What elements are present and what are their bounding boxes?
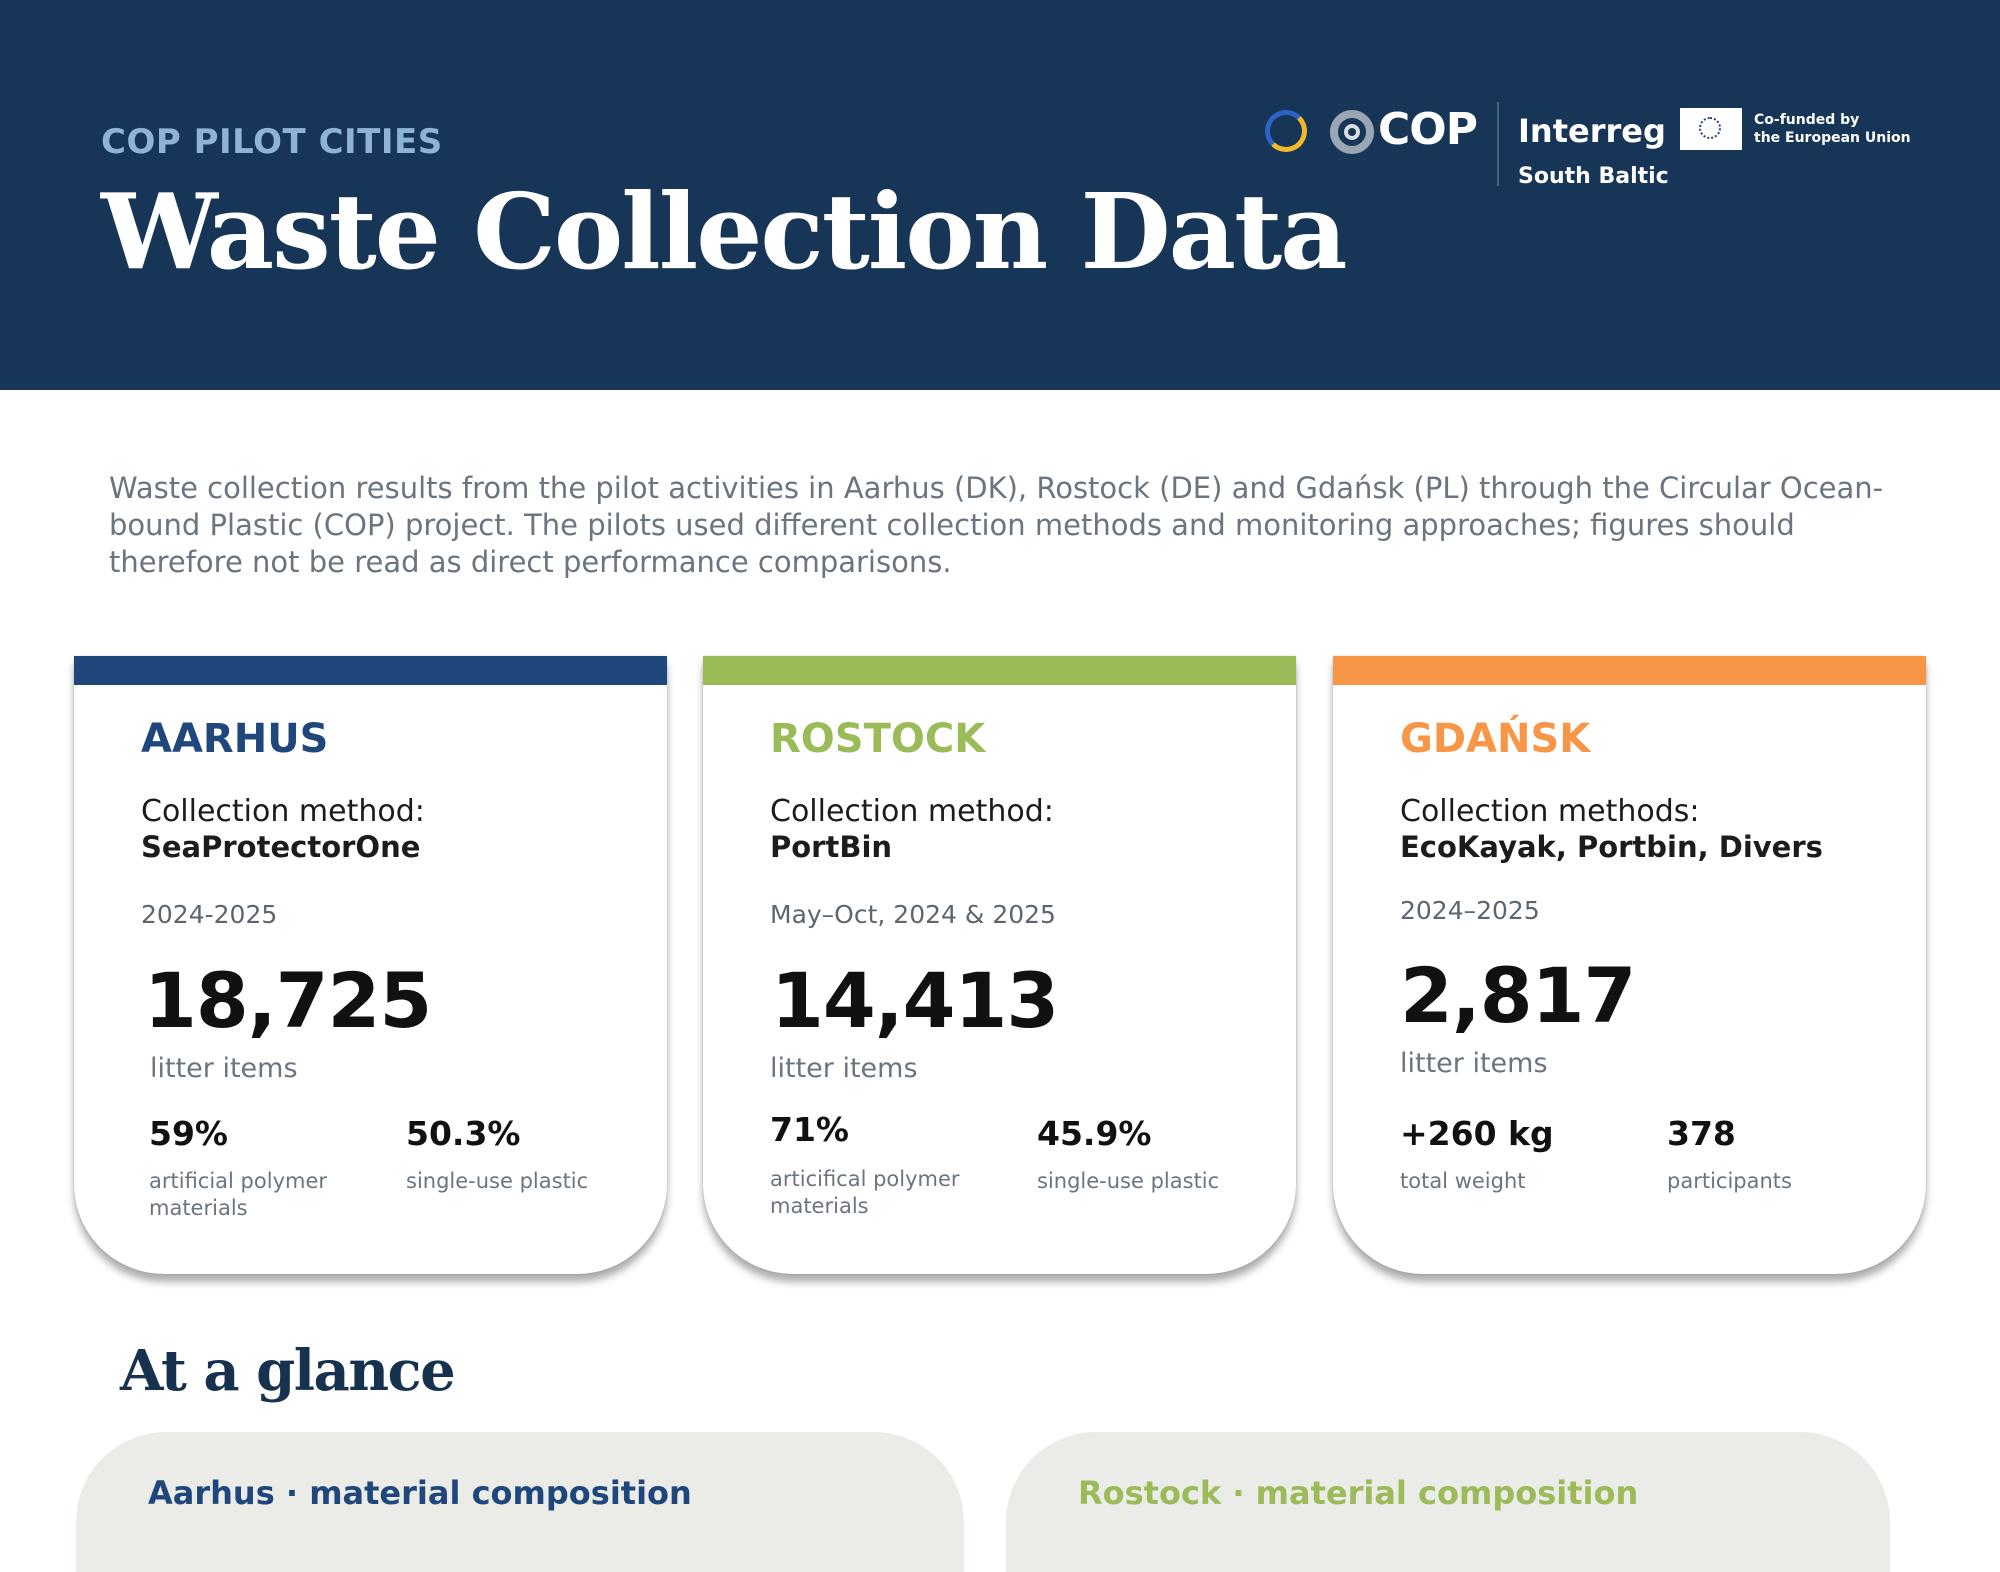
stat-value: +260 kg bbox=[1400, 1114, 1554, 1153]
city-card-aarhus: AARHUS Collection method: SeaProtectorOn… bbox=[74, 656, 667, 1274]
collection-method-value: SeaProtectorOne bbox=[141, 830, 421, 864]
collection-period: May–Oct, 2024 & 2025 bbox=[770, 900, 1056, 929]
stat-label: single-use plastic bbox=[406, 1169, 589, 1193]
panel-title: Rostock · material composition bbox=[1078, 1474, 1639, 1512]
interreg-logo-text: Interreg bbox=[1518, 112, 1666, 150]
stat-value: 45.9% bbox=[1037, 1114, 1152, 1153]
panel-rostock-composition: Rostock · material composition bbox=[1006, 1432, 1890, 1572]
south-baltic-label: South Baltic bbox=[1518, 164, 1669, 189]
stat-label: single-use plastic bbox=[1037, 1169, 1220, 1193]
page-header: COP PILOT CITIES Waste Collection Data C… bbox=[0, 0, 2000, 390]
collection-method-label: Collection methods: bbox=[1400, 794, 1700, 829]
city-card-rostock: ROSTOCK Collection method: PortBin May–O… bbox=[703, 656, 1296, 1274]
section-heading-at-a-glance: At a glance bbox=[120, 1338, 456, 1404]
logo-divider bbox=[1497, 102, 1499, 186]
eu-cofunded-line1: Co-funded by bbox=[1754, 112, 1860, 128]
stat-value: 59% bbox=[149, 1114, 228, 1153]
collection-period: 2024-2025 bbox=[141, 900, 278, 929]
litter-total: 2,817 bbox=[1400, 951, 1636, 1040]
litter-total: 18,725 bbox=[144, 956, 432, 1045]
city-card-gdansk: GDAŃSK Collection methods: EcoKayak, Por… bbox=[1333, 656, 1926, 1274]
cop-logo-icon bbox=[1330, 110, 1374, 154]
partner-ring-logo-icon bbox=[1265, 110, 1307, 152]
litter-total-unit: litter items bbox=[770, 1053, 918, 1084]
collection-method-label: Collection method: bbox=[141, 794, 425, 829]
stat-value: 378 bbox=[1667, 1114, 1736, 1153]
stat-label: articifical polymer materials bbox=[770, 1167, 960, 1218]
stat-value: 50.3% bbox=[406, 1114, 521, 1153]
eu-cofunded-line2: the European Union bbox=[1754, 130, 1911, 146]
city-name: ROSTOCK bbox=[770, 716, 986, 762]
intro-paragraph: Waste collection results from the pilot … bbox=[109, 471, 1884, 579]
panel-title: Aarhus · material composition bbox=[148, 1474, 692, 1512]
header-kicker: COP PILOT CITIES bbox=[101, 122, 443, 162]
stat-label: participants bbox=[1667, 1169, 1792, 1193]
page-title: Waste Collection Data bbox=[101, 170, 1347, 293]
litter-total-unit: litter items bbox=[1400, 1048, 1548, 1079]
collection-method-label: Collection method: bbox=[770, 794, 1054, 829]
card-accent-bar bbox=[703, 656, 1296, 685]
stat-label: total weight bbox=[1400, 1169, 1526, 1193]
card-accent-bar bbox=[74, 656, 667, 685]
eu-flag-icon bbox=[1680, 108, 1742, 150]
eu-cofunded-label: Co-funded by the European Union bbox=[1754, 111, 1911, 147]
collection-method-value: PortBin bbox=[770, 830, 893, 864]
litter-total-unit: litter items bbox=[150, 1053, 298, 1084]
stat-label: artificial polymer materials bbox=[149, 1169, 328, 1220]
cop-logo-text: COP bbox=[1378, 104, 1478, 155]
panel-aarhus-composition: Aarhus · material composition bbox=[76, 1432, 964, 1572]
collection-method-value: EcoKayak, Portbin, Divers bbox=[1400, 830, 1823, 864]
card-accent-bar bbox=[1333, 656, 1926, 685]
partner-logos: COP Interreg South Baltic Co-funded by t… bbox=[1260, 98, 1911, 198]
collection-period: 2024–2025 bbox=[1400, 896, 1540, 925]
city-name: GDAŃSK bbox=[1400, 716, 1591, 762]
city-name: AARHUS bbox=[141, 716, 329, 762]
litter-total: 14,413 bbox=[771, 956, 1059, 1045]
stat-value: 71% bbox=[770, 1110, 849, 1149]
